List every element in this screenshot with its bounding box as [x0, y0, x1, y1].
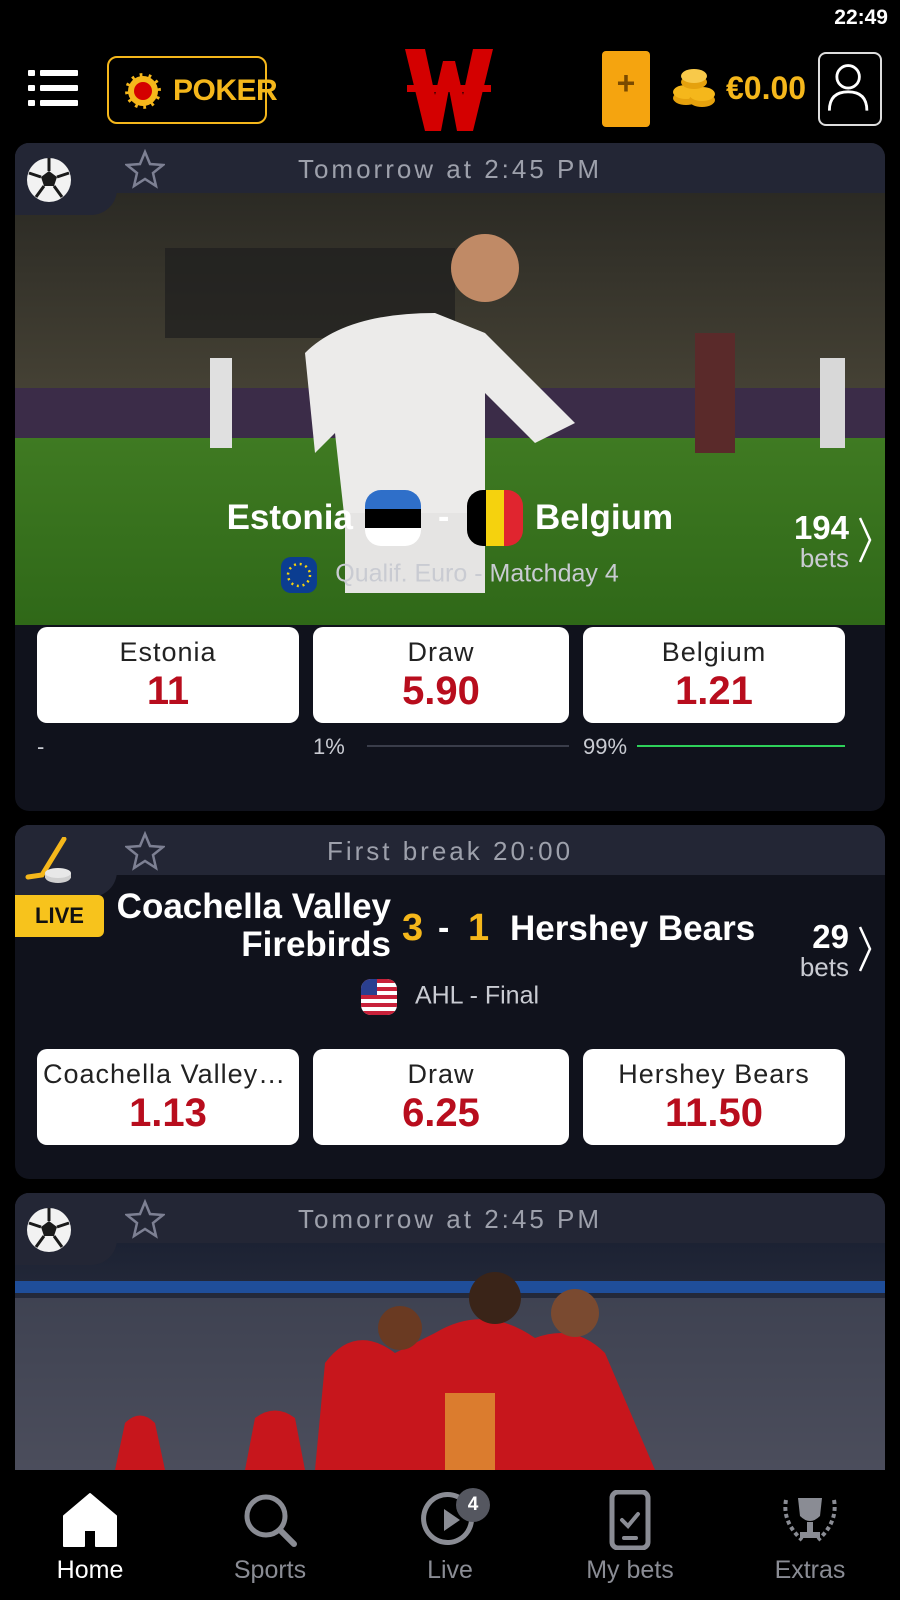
chevron-right-icon[interactable]	[857, 924, 873, 974]
draw-bet-share: 1%	[313, 734, 345, 759]
match-card-2[interactable]: First break 20:00 LIVE Coachella Valley …	[15, 825, 885, 1179]
poker-chip-icon	[125, 73, 161, 109]
odds-button-away[interactable]: Hershey Bears 11.50	[583, 1049, 845, 1145]
odds-button-draw[interactable]: Draw 6.25	[313, 1049, 569, 1145]
match-photo	[15, 1243, 885, 1470]
top-bar: POKER + €0.00	[0, 46, 900, 132]
away-team: Hershey Bears	[510, 909, 756, 948]
status-time: 22:49	[834, 6, 888, 29]
home-team-line-1: Coachella Valley	[116, 887, 391, 926]
nav-label: Live	[427, 1556, 473, 1584]
hockey-stick-icon	[25, 837, 71, 883]
competition-name: AHL - Final	[414, 981, 540, 1010]
away-team: Belgium	[535, 498, 674, 537]
nav-label: Extras	[774, 1556, 846, 1584]
bottom-nav: Home Sports 4 Live My bets Extras	[0, 1470, 900, 1600]
bets-number: 194	[793, 509, 849, 546]
soccer-ball-icon	[27, 158, 71, 202]
team-separator: -	[438, 498, 450, 536]
odds-value: 1.13	[129, 1091, 207, 1135]
nav-label: Sports	[233, 1556, 307, 1584]
soccer-ball-icon	[27, 1208, 71, 1252]
draw-share-bar	[367, 745, 569, 747]
poker-button[interactable]: POKER	[107, 56, 278, 124]
odds-value: 6.25	[402, 1091, 480, 1135]
eu-flag-icon	[281, 557, 318, 593]
score-separator: -	[438, 909, 450, 947]
home-team-line-2: Firebirds	[241, 925, 391, 964]
odds-value: 5.90	[402, 669, 480, 713]
nav-label: Home	[56, 1556, 124, 1584]
odds-value: 11.50	[665, 1091, 763, 1135]
away-score: 1	[468, 907, 490, 949]
nav-my-bets[interactable]: My bets	[540, 1470, 720, 1600]
nav-live[interactable]: 4 Live	[360, 1470, 540, 1600]
bets-count[interactable]: 29 bets	[799, 918, 849, 982]
bets-label: bets	[799, 952, 849, 982]
balance-amount[interactable]: €0.00	[726, 70, 806, 107]
home-score: 3	[402, 907, 424, 949]
live-badge: LIVE	[15, 895, 104, 937]
poker-label: POKER	[173, 74, 278, 107]
bets-number: 29	[812, 918, 849, 955]
search-icon	[244, 1494, 297, 1547]
menu-icon[interactable]	[28, 70, 80, 108]
usa-flag-icon	[360, 979, 397, 1015]
nav-extras[interactable]: Extras	[720, 1470, 900, 1600]
odds-button-draw[interactable]: Draw 5.90	[313, 627, 569, 723]
home-team: Coachella Valley Firebirds	[117, 888, 391, 964]
favorite-star-icon[interactable]	[125, 831, 165, 871]
competition: Qualif. Euro - Matchday 4	[15, 557, 885, 593]
away-bet-share: 99%	[583, 734, 628, 759]
nav-label: My bets	[586, 1556, 674, 1584]
deposit-button[interactable]: +	[602, 51, 650, 127]
trophy-icon	[783, 1498, 837, 1542]
odds-button-away[interactable]: Belgium 1.21	[583, 627, 845, 723]
belgium-flag-icon	[467, 490, 523, 546]
profile-button[interactable]	[818, 52, 882, 126]
odds-label: Estonia	[119, 637, 217, 667]
odds-label: Draw	[407, 637, 475, 667]
match-card-3[interactable]: Tomorrow at 2:45 PM	[15, 1193, 885, 1470]
competition: AHL - Final	[15, 979, 885, 1015]
nav-home[interactable]: Home	[0, 1470, 180, 1600]
winamax-logo[interactable]	[405, 49, 493, 131]
favorite-star-icon[interactable]	[125, 149, 165, 189]
coins-icon	[673, 69, 715, 107]
match-card-1[interactable]: Tomorrow at 2:45 PM Estonia - Belgium 19…	[15, 143, 885, 811]
live-count-badge: 4	[456, 1488, 490, 1522]
match-teams: Estonia - Belgium	[15, 488, 885, 548]
home-bet-share: -	[37, 734, 45, 759]
nav-sports[interactable]: Sports	[180, 1470, 360, 1600]
competition-name: Qualif. Euro - Matchday 4	[335, 559, 619, 588]
odds-label: Draw	[407, 1059, 475, 1089]
odds-button-home[interactable]: Estonia 11	[37, 627, 299, 723]
odds-label: Belgium	[661, 637, 767, 667]
estonia-flag-icon	[365, 490, 421, 546]
odds-value: 11	[146, 669, 190, 713]
home-team: Estonia	[226, 498, 353, 537]
status-bar: 22:49	[0, 0, 900, 36]
away-share-bar	[637, 745, 845, 747]
sport-tab	[15, 1193, 117, 1265]
odds-button-home[interactable]: Coachella Valley F... 1.13	[37, 1049, 299, 1145]
home-icon	[63, 1493, 117, 1547]
odds-label: Coachella Valley F...	[43, 1059, 299, 1089]
odds-label: Hershey Bears	[618, 1059, 810, 1089]
favorite-star-icon[interactable]	[125, 1199, 165, 1239]
sport-tab	[15, 143, 117, 215]
odds-value: 1.21	[675, 669, 753, 713]
sport-tab	[15, 825, 117, 897]
deposit-label: +	[616, 65, 636, 101]
user-icon	[827, 64, 869, 111]
phone-ticket-icon	[609, 1490, 651, 1550]
